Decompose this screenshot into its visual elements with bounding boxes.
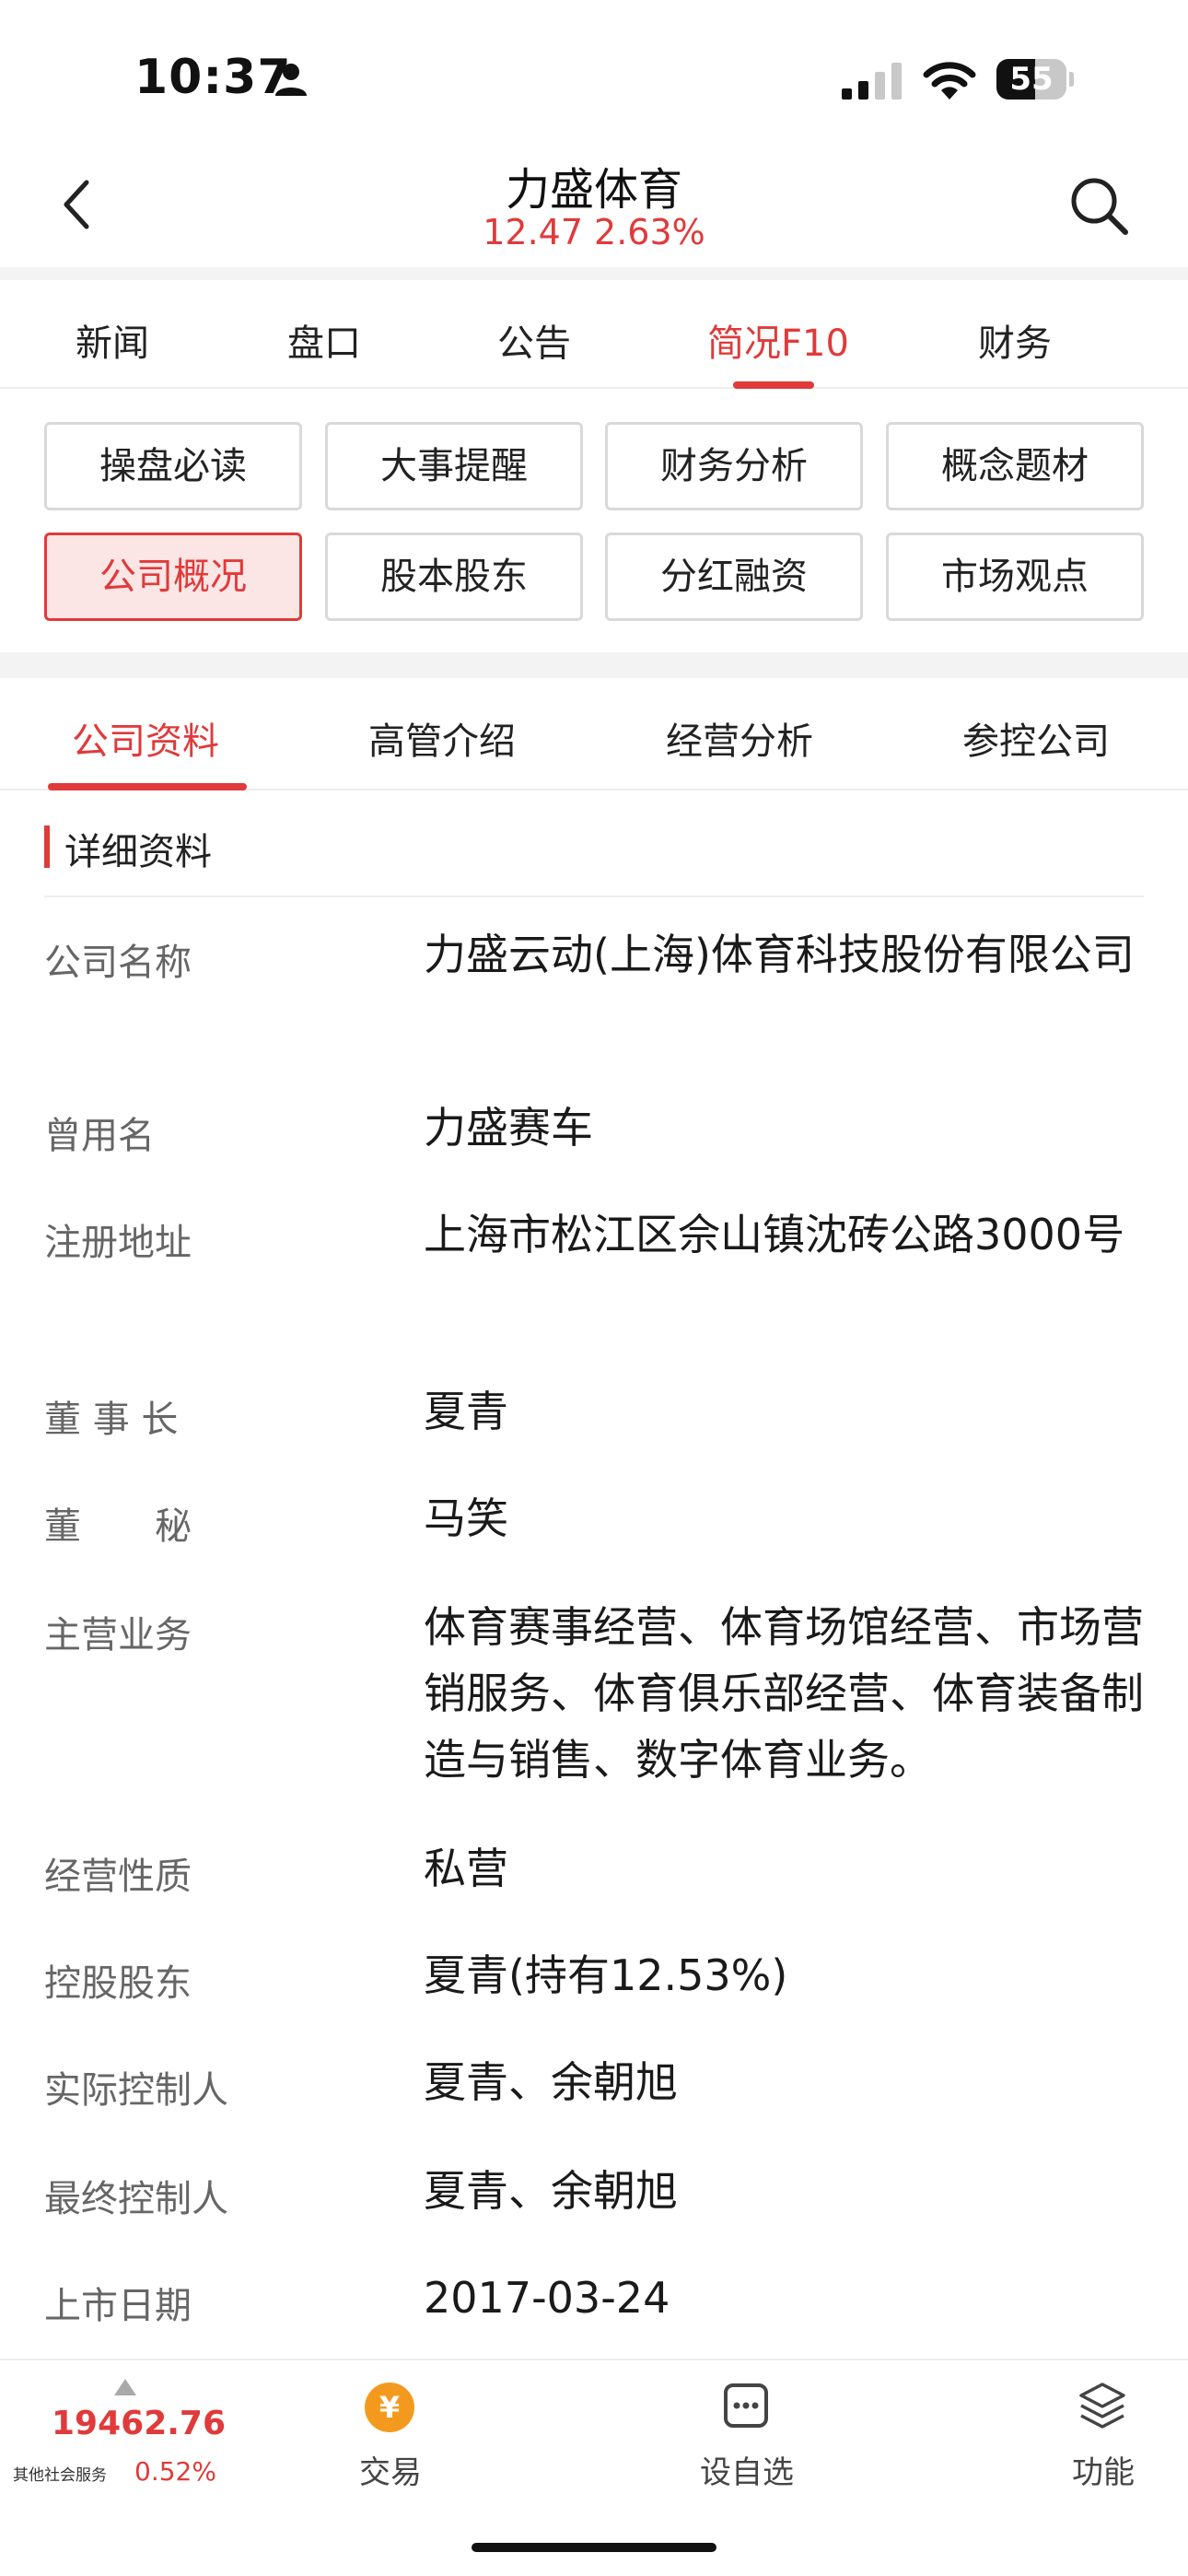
- divider: [44, 896, 1144, 897]
- stock-price: 12.47: [483, 212, 584, 252]
- detail-label-chairman: 董 事 长: [44, 1399, 179, 1441]
- subtab-company-info[interactable]: 公司资料: [72, 711, 219, 765]
- status-time: 10:37: [134, 50, 292, 105]
- section-marker: [44, 825, 50, 868]
- sector-index-value: 19462.76: [52, 2405, 227, 2442]
- detail-value-controlling-shareholder: 夏青(持有12.53%): [424, 1950, 788, 2000]
- sector-index-name: 其他社会服务: [13, 2466, 107, 2485]
- detail-label-registered-address: 注册地址: [44, 1222, 192, 1264]
- tab-news[interactable]: 新闻: [76, 313, 149, 367]
- yuan-coin-icon: ¥: [365, 2383, 414, 2432]
- layers-icon: [1079, 2383, 1125, 2429]
- active-subtab-indicator: [48, 783, 247, 790]
- btn-event-reminders[interactable]: 大事提醒: [325, 422, 583, 510]
- btn-market-views[interactable]: 市场观点: [886, 533, 1144, 621]
- detail-label-ultimate-controller: 最终控制人: [44, 2178, 228, 2220]
- detail-label-actual-controller: 实际控制人: [44, 2069, 228, 2112]
- subtab-holdings[interactable]: 参控公司: [962, 711, 1110, 765]
- btn-company-overview[interactable]: 公司概况: [44, 533, 302, 621]
- watchlist-icon: [724, 2383, 768, 2428]
- sector-index-change: 0.52%: [134, 2456, 216, 2487]
- tab-f10-overview[interactable]: 简况F10: [707, 313, 849, 367]
- section-title: 详细资料: [64, 831, 212, 873]
- tab-announcements[interactable]: 公告: [497, 313, 571, 367]
- active-tab-indicator: [733, 381, 814, 389]
- btn-financial-analysis[interactable]: 财务分析: [605, 422, 863, 510]
- detail-label-controlling-shareholder: 控股股东: [44, 1962, 192, 2005]
- stock-quote: 12.47 2.63%: [0, 212, 1188, 252]
- functions-label: 功能: [1072, 2454, 1135, 2491]
- detail-value-ultimate-controller: 夏青、余朝旭: [424, 2166, 678, 2216]
- detail-value-listing-date: 2017-03-24: [424, 2273, 670, 2323]
- home-indicator[interactable]: [472, 2543, 716, 2552]
- detail-value-registered-address: 上海市松江区佘山镇沈砖公路3000号: [424, 1210, 1125, 1259]
- sub-tabs: 公司资料 高管介绍 经营分析 参控公司: [0, 678, 1188, 790]
- signal-icon: [842, 63, 902, 100]
- battery-level: 55: [1009, 61, 1054, 98]
- detail-label-main-business: 主营业务: [44, 1614, 192, 1657]
- detail-value-board-secretary: 马笑: [424, 1493, 508, 1543]
- detail-value-former-name: 力盛赛车: [424, 1103, 593, 1153]
- search-icon[interactable]: [1068, 175, 1129, 236]
- battery-icon: 55: [996, 59, 1074, 100]
- stock-header: 力盛体育 12.47 2.63%: [0, 138, 1188, 267]
- detail-label-board-secretary: 董 秘: [44, 1505, 192, 1548]
- detail-value-chairman: 夏青: [424, 1387, 508, 1436]
- main-tabs: 新闻 盘口 公告 简况F10 财务: [0, 280, 1188, 389]
- divider: [0, 652, 1188, 678]
- person-icon: [275, 64, 307, 96]
- status-bar: 10:37 55: [0, 0, 1188, 138]
- btn-shareholders[interactable]: 股本股东: [325, 533, 583, 621]
- detail-label-former-name: 曾用名: [44, 1115, 155, 1157]
- btn-concepts[interactable]: 概念题材: [886, 422, 1144, 510]
- detail-label-listing-date: 上市日期: [44, 2285, 192, 2327]
- btn-trading-essentials[interactable]: 操盘必读: [44, 422, 302, 510]
- detail-value-main-business: 体育赛事经营、体育场馆经营、市场营销服务、体育俱乐部经营、体育装备制造与销售、数…: [424, 1602, 1144, 1785]
- stock-name: 力盛体育: [505, 164, 682, 216]
- subtab-business-analysis[interactable]: 经营分析: [666, 711, 813, 765]
- trade-label: 交易: [359, 2454, 422, 2491]
- btn-dividends-financing[interactable]: 分红融资: [605, 533, 863, 621]
- tab-order-book[interactable]: 盘口: [287, 313, 361, 367]
- stock-change: 2.63%: [594, 212, 705, 252]
- detail-value-business-nature: 私营: [424, 1844, 508, 1893]
- subtab-executives[interactable]: 高管介绍: [368, 711, 516, 765]
- wifi-icon: [923, 62, 976, 100]
- detail-value-actual-controller: 夏青、余朝旭: [424, 2057, 678, 2107]
- watchlist-label: 设自选: [700, 2454, 794, 2491]
- tab-finance[interactable]: 财务: [978, 313, 1052, 367]
- divider: [0, 267, 1188, 280]
- detail-label-business-nature: 经营性质: [44, 1856, 192, 1898]
- triangle-up-icon: [114, 2379, 136, 2395]
- detail-value-company-name: 力盛云动(上海)体育科技股份有限公司: [424, 930, 1135, 979]
- detail-label-company-name: 公司名称: [44, 942, 192, 984]
